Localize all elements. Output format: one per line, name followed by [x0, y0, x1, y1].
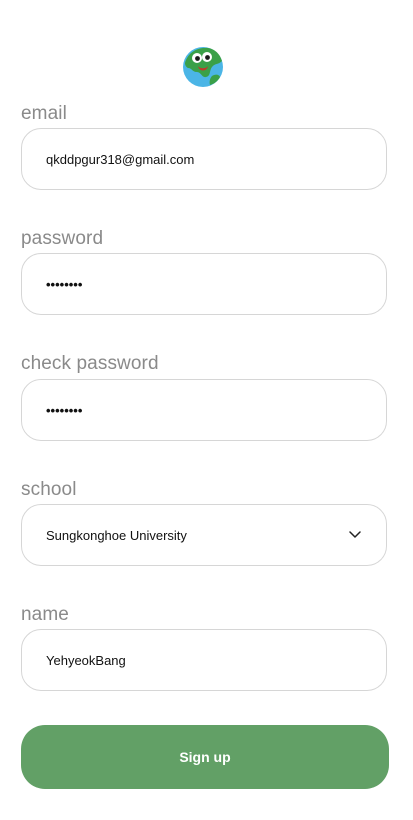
- email-value: qkddpgur318@gmail.com: [46, 151, 195, 167]
- name-label: name: [21, 604, 69, 625]
- password-value: ••••••••: [46, 276, 83, 292]
- name-value: YehyeokBang: [46, 652, 126, 668]
- password-label: password: [21, 228, 104, 249]
- school-label: school: [21, 479, 77, 500]
- email-label: email: [21, 103, 67, 124]
- signup-button[interactable]: Sign up: [21, 725, 389, 789]
- school-select[interactable]: Sungkonghoe University: [21, 504, 387, 566]
- check-password-label: check password: [21, 353, 159, 374]
- email-field[interactable]: qkddpgur318@gmail.com: [21, 128, 387, 190]
- password-field[interactable]: ••••••••: [21, 253, 387, 315]
- chevron-down-icon[interactable]: [348, 528, 362, 542]
- name-field[interactable]: YehyeokBang: [21, 629, 387, 691]
- school-value: Sungkonghoe University: [46, 527, 187, 543]
- check-password-value: ••••••••: [46, 402, 83, 418]
- app-logo: [182, 46, 224, 88]
- check-password-field[interactable]: ••••••••: [21, 379, 387, 441]
- earth-mascot-icon: [183, 47, 223, 87]
